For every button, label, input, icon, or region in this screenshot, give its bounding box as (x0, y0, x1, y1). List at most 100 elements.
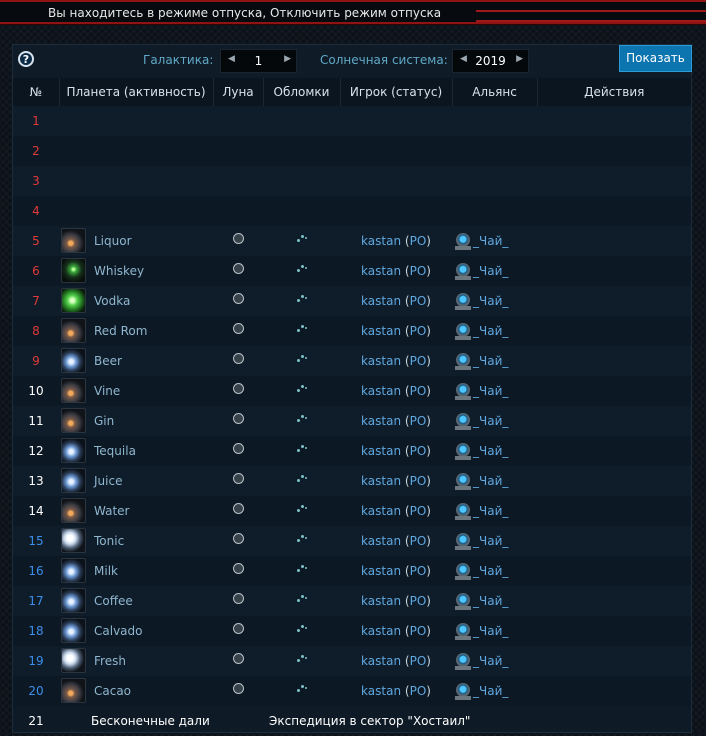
planet-cell[interactable]: Liquor (59, 226, 213, 256)
planet-thumbnail[interactable] (61, 648, 86, 673)
planet-thumbnail[interactable] (61, 288, 86, 313)
planet-name[interactable]: Tequila (94, 444, 136, 458)
alliance-name[interactable]: _Чай_ (473, 444, 508, 458)
planet-name[interactable]: Vine (94, 384, 120, 398)
debris-icon[interactable] (296, 474, 307, 482)
moon-icon[interactable] (232, 443, 244, 454)
alliance-cell[interactable]: _Чай_ (452, 556, 537, 586)
moon-icon[interactable] (232, 293, 244, 304)
moon-cell[interactable] (213, 496, 263, 526)
planet-name[interactable]: Milk (94, 564, 118, 578)
alliance-cell[interactable]: _Чай_ (452, 346, 537, 376)
moon-icon[interactable] (232, 233, 244, 244)
moon-icon[interactable] (232, 353, 244, 364)
moon-cell[interactable] (213, 346, 263, 376)
debris-cell[interactable] (263, 526, 340, 556)
player-cell[interactable]: kastan (PO) (340, 436, 452, 466)
alliance-name[interactable]: _Чай_ (473, 504, 508, 518)
planet-thumbnail[interactable] (61, 228, 86, 253)
player-cell[interactable]: kastan (PO) (340, 226, 452, 256)
moon-cell[interactable] (213, 406, 263, 436)
moon-icon[interactable] (232, 413, 244, 424)
planet-name[interactable]: Whiskey (94, 264, 144, 278)
moon-icon[interactable] (232, 323, 244, 334)
debris-cell[interactable] (263, 556, 340, 586)
alliance-cell[interactable]: _Чай_ (452, 676, 537, 706)
alliance-cell[interactable]: _Чай_ (452, 586, 537, 616)
planet-thumbnail[interactable] (61, 408, 86, 433)
player-cell[interactable]: kastan (PO) (340, 526, 452, 556)
debris-cell[interactable] (263, 466, 340, 496)
debris-icon[interactable] (296, 684, 307, 692)
alliance-name[interactable]: _Чай_ (473, 564, 508, 578)
planet-thumbnail[interactable] (61, 258, 86, 283)
debris-icon[interactable] (296, 534, 307, 542)
arrow-right-icon[interactable]: ▶ (284, 54, 291, 64)
planet-thumbnail[interactable] (61, 378, 86, 403)
player-name[interactable]: kastan (361, 324, 401, 338)
debris-icon[interactable] (296, 444, 307, 452)
debris-icon[interactable] (296, 594, 307, 602)
alliance-name[interactable]: _Чай_ (473, 624, 508, 638)
player-name[interactable]: kastan (361, 264, 401, 278)
player-name[interactable]: kastan (361, 534, 401, 548)
planet-cell[interactable]: Coffee (59, 586, 213, 616)
debris-cell[interactable] (263, 226, 340, 256)
planet-name[interactable]: Red Rom (94, 324, 147, 338)
alliance-name[interactable]: _Чай_ (473, 654, 508, 668)
planet-thumbnail[interactable] (61, 588, 86, 613)
planet-name[interactable]: Beer (94, 354, 122, 368)
moon-cell[interactable] (213, 526, 263, 556)
planet-name[interactable]: Juice (94, 474, 122, 488)
alliance-name[interactable]: _Чай_ (473, 234, 508, 248)
alliance-cell[interactable]: _Чай_ (452, 226, 537, 256)
galaxy-stepper[interactable]: ◀ 1 ▶ (220, 49, 297, 73)
vacation-mode-link[interactable]: Вы находитесь в режиме отпуска, Отключит… (48, 6, 441, 20)
debris-icon[interactable] (296, 654, 307, 662)
alliance-cell[interactable]: _Чай_ (452, 316, 537, 346)
planet-thumbnail[interactable] (61, 558, 86, 583)
player-name[interactable]: kastan (361, 474, 401, 488)
debris-icon[interactable] (296, 294, 307, 302)
alliance-name[interactable]: _Чай_ (473, 264, 508, 278)
moon-icon[interactable] (232, 533, 244, 544)
alliance-cell[interactable]: _Чай_ (452, 646, 537, 676)
planet-name[interactable]: Vodka (94, 294, 130, 308)
moon-cell[interactable] (213, 646, 263, 676)
debris-icon[interactable] (296, 624, 307, 632)
moon-icon[interactable] (232, 503, 244, 514)
moon-icon[interactable] (232, 563, 244, 574)
player-cell[interactable]: kastan (PO) (340, 646, 452, 676)
planet-cell[interactable]: Fresh (59, 646, 213, 676)
debris-cell[interactable] (263, 376, 340, 406)
alliance-name[interactable]: _Чай_ (473, 354, 508, 368)
alliance-cell[interactable]: _Чай_ (452, 466, 537, 496)
debris-icon[interactable] (296, 234, 307, 242)
debris-cell[interactable] (263, 316, 340, 346)
moon-icon[interactable] (232, 593, 244, 604)
moon-icon[interactable] (232, 263, 244, 274)
debris-icon[interactable] (296, 324, 307, 332)
player-cell[interactable]: kastan (PO) (340, 556, 452, 586)
debris-icon[interactable] (296, 354, 307, 362)
help-icon[interactable]: ? (18, 51, 34, 67)
player-cell[interactable]: kastan (PO) (340, 346, 452, 376)
planet-cell[interactable]: Red Rom (59, 316, 213, 346)
arrow-right-icon[interactable]: ▶ (516, 54, 523, 64)
moon-cell[interactable] (213, 586, 263, 616)
alliance-name[interactable]: _Чай_ (473, 384, 508, 398)
player-name[interactable]: kastan (361, 354, 401, 368)
debris-cell[interactable] (263, 676, 340, 706)
debris-cell[interactable] (263, 646, 340, 676)
planet-name[interactable]: Tonic (94, 534, 124, 548)
player-name[interactable]: kastan (361, 444, 401, 458)
debris-cell[interactable] (263, 436, 340, 466)
planet-cell[interactable]: Whiskey (59, 256, 213, 286)
planet-thumbnail[interactable] (61, 618, 86, 643)
player-cell[interactable]: kastan (PO) (340, 676, 452, 706)
moon-cell[interactable] (213, 286, 263, 316)
player-cell[interactable]: kastan (PO) (340, 316, 452, 346)
planet-name[interactable]: Cacao (94, 684, 131, 698)
debris-icon[interactable] (296, 504, 307, 512)
planet-name[interactable]: Calvado (94, 624, 142, 638)
